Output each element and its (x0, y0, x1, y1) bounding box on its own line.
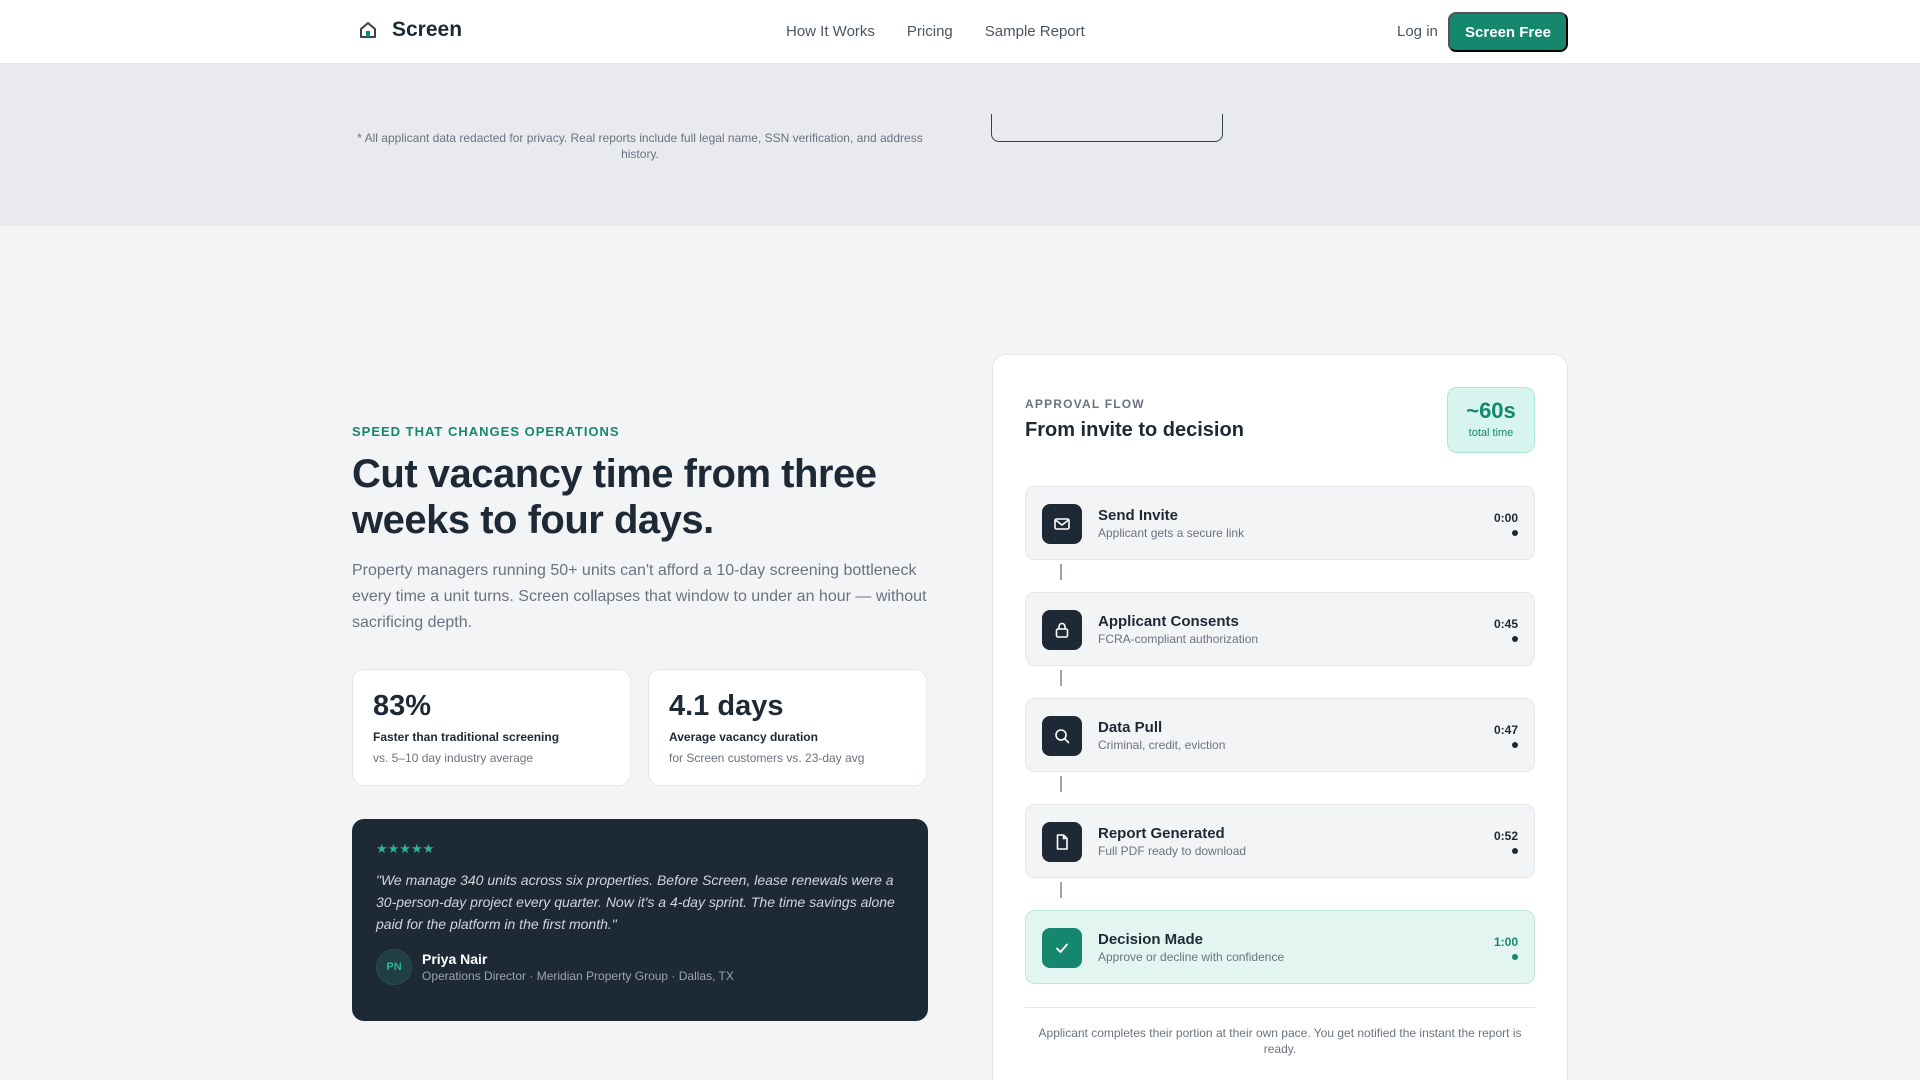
flow-divider (1025, 1007, 1535, 1008)
nav-link-sample-report[interactable]: Sample Report (985, 23, 1085, 40)
nav-links: How It Works Pricing Sample Report (786, 23, 1085, 40)
stat-card-faster: 83% Faster than traditional screening vs… (352, 669, 631, 786)
lock-icon (1042, 610, 1082, 650)
step-connector (1060, 564, 1062, 580)
step-dot (1512, 530, 1518, 536)
total-time-badge: ~60s total time (1447, 387, 1535, 453)
step-sub: FCRA-compliant authorization (1098, 632, 1259, 646)
section-headline: Cut vacancy time from three weeks to fou… (352, 452, 877, 542)
top-navigation: Screen How It Works Pricing Sample Repor… (0, 0, 1920, 64)
step-title: Send Invite (1098, 507, 1179, 524)
step-time: 0:52 (1493, 829, 1518, 843)
stat-sub: for Screen customers vs. 23-day avg (669, 751, 865, 765)
step-time: 0:45 (1493, 617, 1518, 631)
step-title: Data Pull (1098, 719, 1163, 736)
brand-name: Screen (392, 18, 463, 41)
step-connector (1060, 670, 1062, 686)
stat-value: 83% (373, 690, 432, 722)
document-icon (1042, 822, 1082, 862)
mail-icon (1042, 504, 1082, 544)
section-eyebrow: SPEED THAT CHANGES OPERATIONS (352, 424, 620, 439)
step-sub: Applicant gets a secure link (1098, 526, 1245, 540)
testimonial-card: ★★★★★ "We manage 340 units across six pr… (352, 819, 928, 1021)
flow-step-decision-made: Decision Made Approve or decline with co… (1025, 910, 1535, 984)
step-title: Applicant Consents (1098, 613, 1239, 630)
flow-step-data-pull: Data Pull Criminal, credit, eviction 0:4… (1025, 698, 1535, 772)
check-icon (1042, 928, 1082, 968)
house-icon (356, 18, 380, 42)
step-sub: Approve or decline with confidence (1098, 950, 1285, 964)
flow-note: Applicant completes their portion at the… (1038, 1026, 1522, 1056)
star-rating: ★★★★★ (376, 841, 435, 856)
stat-value: 4.1 days (669, 690, 784, 722)
flow-step-send-invite: Send Invite Applicant gets a secure link… (1025, 486, 1535, 560)
step-connector (1060, 882, 1062, 898)
avatar: PN (376, 949, 412, 985)
total-time-label: total time (1468, 427, 1514, 439)
approval-flow-card: APPROVAL FLOW From invite to decision ~6… (992, 354, 1568, 1080)
previous-section: * All applicant data redacted for privac… (0, 64, 1920, 226)
step-time: 0:00 (1493, 511, 1518, 525)
step-time: 1:00 (1493, 935, 1518, 949)
partial-button[interactable] (991, 114, 1223, 142)
step-dot (1512, 848, 1518, 854)
testimonial-quote: "We manage 340 units across six properti… (376, 872, 895, 932)
nav-link-pricing[interactable]: Pricing (907, 23, 953, 40)
flow-title: From invite to decision (1025, 419, 1244, 441)
step-dot (1512, 742, 1518, 748)
flow-step-applicant-consents: Applicant Consents FCRA-compliant author… (1025, 592, 1535, 666)
section-lead: Property managers running 50+ units can'… (352, 562, 927, 631)
author-name: Priya Nair (422, 951, 488, 967)
privacy-disclaimer: * All applicant data redacted for privac… (357, 131, 923, 161)
stat-label: Faster than traditional screening (373, 730, 560, 744)
flow-eyebrow: APPROVAL FLOW (1025, 397, 1145, 411)
stat-sub: vs. 5–10 day industry average (373, 751, 534, 765)
step-title: Report Generated (1098, 825, 1225, 842)
step-time: 0:47 (1493, 723, 1518, 737)
stat-label: Average vacancy duration (669, 730, 818, 744)
author-role: Operations Director · Meridian Property … (422, 969, 734, 983)
brand-logo[interactable]: Screen (356, 18, 462, 42)
search-icon (1042, 716, 1082, 756)
step-connector (1060, 776, 1062, 792)
nav-link-how-it-works[interactable]: How It Works (786, 23, 875, 40)
screen-free-button[interactable]: Screen Free (1448, 12, 1568, 52)
step-sub: Full PDF ready to download (1098, 844, 1247, 858)
step-sub: Criminal, credit, eviction (1098, 738, 1226, 752)
stat-card-vacancy: 4.1 days Average vacancy duration for Sc… (648, 669, 927, 786)
flow-step-report-generated: Report Generated Full PDF ready to downl… (1025, 804, 1535, 878)
step-dot (1512, 954, 1518, 960)
testimonial-author: PN Priya Nair Operations Director · Meri… (376, 949, 904, 985)
step-title: Decision Made (1098, 931, 1204, 948)
step-dot (1512, 636, 1518, 642)
login-link[interactable]: Log in (1397, 23, 1438, 40)
total-time-value: ~60s (1466, 398, 1516, 423)
